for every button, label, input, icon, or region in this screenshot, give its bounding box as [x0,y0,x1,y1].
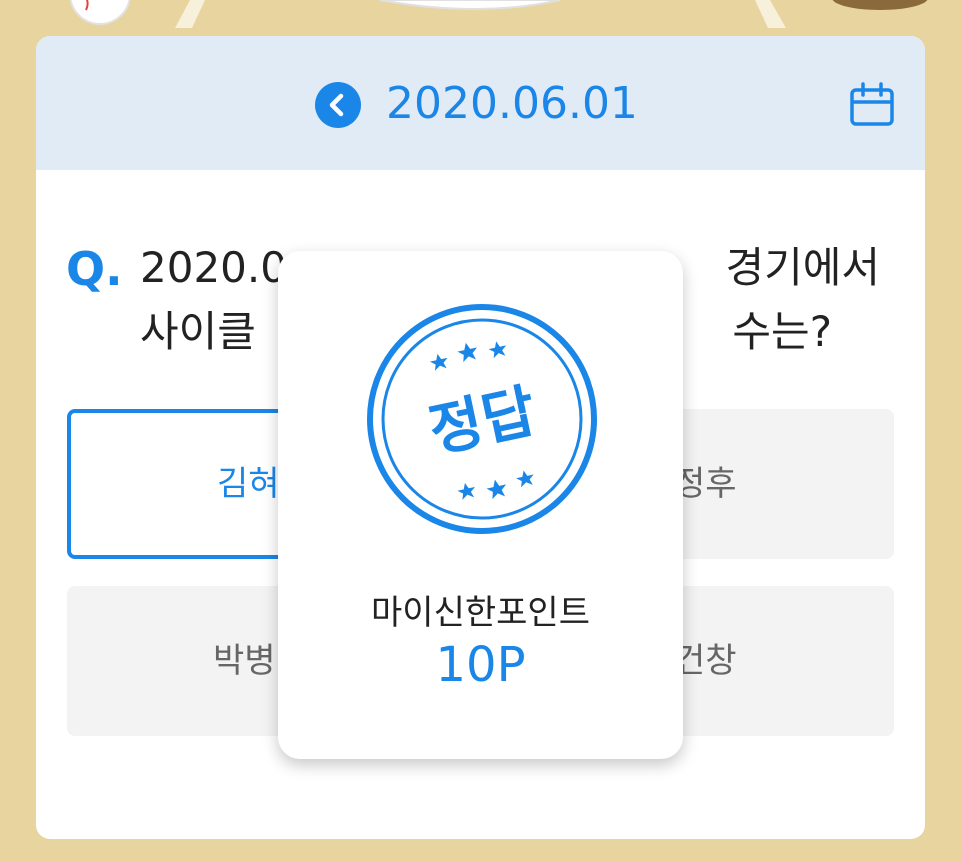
chevron-left-icon [329,93,344,117]
background-decoration [69,0,928,28]
question-mark-label: Q. [66,242,123,296]
calendar-button[interactable] [848,82,896,128]
calendar-icon [850,82,894,126]
baseball-icon [69,0,131,25]
answer-option-1-label: 김혀 [217,464,280,504]
previous-date-button[interactable] [315,82,361,128]
glove-icon [832,0,928,10]
answer-option-3-label: 박병 [213,641,276,681]
question-line2-left: 사이클 [140,307,256,356]
current-date: 2020.06.01 [386,78,638,129]
result-popup: 정답 마이신한포인트 10P [278,251,683,759]
question-line1-right: 경기에서 [725,243,880,292]
question-line1-left: 2020.0 [140,243,287,292]
date-header: 2020.06.01 [36,36,925,170]
correct-stamp-icon: 정답 [367,304,597,534]
reward-title: 마이신한포인트 [371,593,590,633]
stamp-text: 정답 [423,377,542,466]
answer-option-4-label: 건창 [674,641,737,681]
answer-option-2-label: 정후 [674,464,737,504]
question-line2-right: 수는? [732,307,832,356]
reward-points: 10P [435,637,526,693]
